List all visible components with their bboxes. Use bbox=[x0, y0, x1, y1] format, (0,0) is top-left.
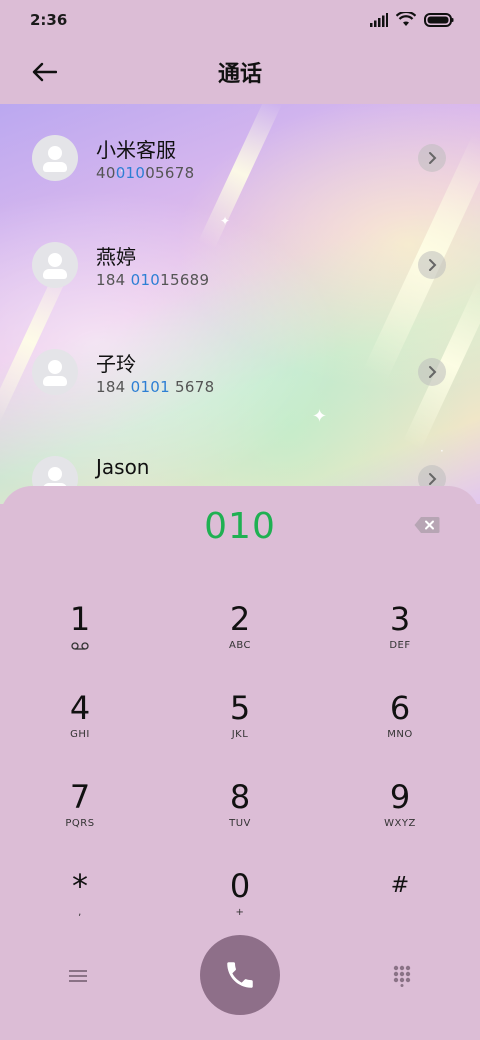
phone-icon bbox=[227, 962, 253, 988]
key-digit: # bbox=[390, 873, 410, 898]
voicemail-icon bbox=[71, 642, 89, 650]
key-digit: 4 bbox=[69, 689, 91, 727]
wifi-icon bbox=[396, 12, 416, 26]
key-digit: 1 bbox=[69, 600, 91, 638]
key-7[interactable]: 7 PQRS bbox=[20, 778, 140, 858]
dialed-number: 010 bbox=[204, 506, 276, 547]
chevron-right-icon bbox=[429, 259, 437, 271]
key-letters: , bbox=[78, 907, 82, 918]
key-letters: WXYZ bbox=[384, 818, 416, 829]
key-letters: TUV bbox=[229, 818, 251, 829]
backspace-button[interactable] bbox=[414, 516, 440, 536]
key-letters: GHI bbox=[70, 729, 90, 740]
contact-row[interactable]: 燕婷 184 01015689 bbox=[0, 211, 480, 318]
key-1[interactable]: 1 bbox=[20, 600, 140, 680]
key-6[interactable]: 6 MNO bbox=[340, 689, 460, 769]
contact-row[interactable]: 小米客服 4001005678 bbox=[0, 104, 480, 211]
contact-detail-button[interactable] bbox=[418, 144, 446, 172]
key-8[interactable]: 8 TUV bbox=[180, 778, 300, 858]
keypad-icon bbox=[393, 965, 411, 987]
signal-icon bbox=[370, 12, 388, 27]
key-letters: DEF bbox=[389, 640, 411, 651]
header: 通话 bbox=[0, 40, 480, 104]
contact-number: 4001005678 bbox=[96, 164, 195, 182]
key-5[interactable]: 5 JKL bbox=[180, 689, 300, 769]
contact-row[interactable]: 子玲 184 0101 5678 bbox=[0, 318, 480, 425]
key-9[interactable]: 9 WXYZ bbox=[340, 778, 460, 858]
contact-name: 子玲 bbox=[96, 352, 136, 376]
key-4[interactable]: 4 GHI bbox=[20, 689, 140, 769]
contact-detail-button[interactable] bbox=[418, 251, 446, 279]
hide-keypad-button[interactable] bbox=[384, 958, 420, 994]
contact-list: 小米客服 4001005678 燕婷 184 01015689 子玲 184 0… bbox=[0, 104, 480, 532]
key-2[interactable]: 2 ABC bbox=[180, 600, 300, 680]
key-digit: 8 bbox=[229, 778, 251, 816]
backspace-icon bbox=[414, 517, 440, 533]
key-digit: 2 bbox=[229, 600, 251, 638]
key-hash[interactable]: # bbox=[340, 867, 460, 947]
contact-detail-button[interactable] bbox=[418, 358, 446, 386]
key-star[interactable]: * , bbox=[20, 867, 140, 947]
key-letters: PQRS bbox=[65, 818, 95, 829]
contact-name: 小米客服 bbox=[96, 138, 176, 162]
page-title: 通话 bbox=[217, 62, 262, 87]
avatar bbox=[32, 135, 78, 181]
key-digit: 7 bbox=[69, 778, 91, 816]
battery-icon bbox=[424, 12, 454, 27]
status-icons bbox=[370, 12, 454, 27]
contact-number: 184 0101 5678 bbox=[96, 378, 215, 396]
key-digit: 3 bbox=[389, 600, 411, 638]
key-digit: 6 bbox=[389, 689, 411, 727]
avatar bbox=[32, 349, 78, 395]
key-letters: + bbox=[235, 907, 245, 918]
status-bar: 2:36 bbox=[0, 0, 480, 40]
contact-number: 184 01015689 bbox=[96, 271, 210, 289]
key-digit: 0 bbox=[229, 867, 251, 905]
key-letters: ABC bbox=[228, 640, 251, 651]
contact-name: 燕婷 bbox=[96, 245, 136, 269]
chevron-right-icon bbox=[429, 473, 437, 485]
dialpad: 010 1 2 ABC 3 DEF 4 GHI 5 JKL 6 MNO 7 PQ… bbox=[0, 486, 480, 1040]
avatar bbox=[32, 242, 78, 288]
key-digit: 5 bbox=[229, 689, 251, 727]
key-3[interactable]: 3 DEF bbox=[340, 600, 460, 680]
call-button[interactable] bbox=[200, 935, 280, 1015]
status-time: 2:36 bbox=[30, 11, 68, 29]
menu-button[interactable] bbox=[60, 958, 96, 994]
chevron-right-icon bbox=[429, 366, 437, 378]
key-digit: 9 bbox=[389, 778, 411, 816]
chevron-right-icon bbox=[429, 152, 437, 164]
key-letters: JKL bbox=[231, 729, 249, 740]
key-letters: MNO bbox=[387, 729, 413, 740]
contact-name: Jason bbox=[96, 455, 150, 479]
key-digit: * bbox=[72, 867, 88, 905]
menu-icon bbox=[69, 970, 87, 982]
